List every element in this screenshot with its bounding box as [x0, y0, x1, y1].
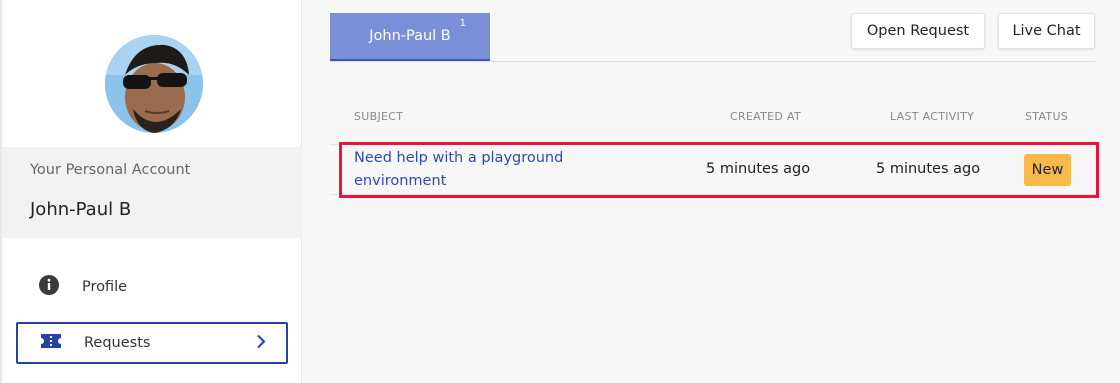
tab-john-paul-b[interactable]: John-Paul B 1: [330, 13, 490, 61]
column-header-created-at: CREATED AT: [730, 110, 801, 123]
row-highlight-box: [339, 142, 1099, 198]
ticket-icon: [40, 332, 62, 354]
sidebar: Your Personal Account John-Paul B Profil…: [0, 0, 302, 383]
sidebar-item-requests[interactable]: Requests: [16, 322, 288, 364]
sidebar-item-profile[interactable]: Profile: [16, 266, 288, 308]
tab-count-badge: 1: [459, 18, 466, 29]
column-header-last-activity: LAST ACTIVITY: [890, 110, 975, 123]
main-content: John-Paul B 1 Open Request Live Chat SUB…: [303, 0, 1120, 383]
avatar-image: [105, 35, 203, 133]
open-request-button[interactable]: Open Request: [851, 13, 985, 49]
info-icon: [38, 274, 60, 300]
account-name: John-Paul B: [30, 199, 132, 220]
chevron-right-icon: [256, 334, 266, 353]
live-chat-button[interactable]: Live Chat: [998, 13, 1095, 49]
tab-divider: [330, 61, 1095, 62]
column-header-status: STATUS: [1025, 110, 1069, 123]
column-header-subject: SUBJECT: [354, 110, 404, 123]
tab-label: John-Paul B: [369, 28, 451, 44]
account-box: Your Personal Account John-Paul B: [2, 147, 302, 238]
account-label: Your Personal Account: [30, 162, 191, 178]
sidebar-item-label: Requests: [84, 335, 151, 351]
sidebar-item-label: Profile: [82, 279, 128, 295]
avatar: [105, 35, 203, 133]
